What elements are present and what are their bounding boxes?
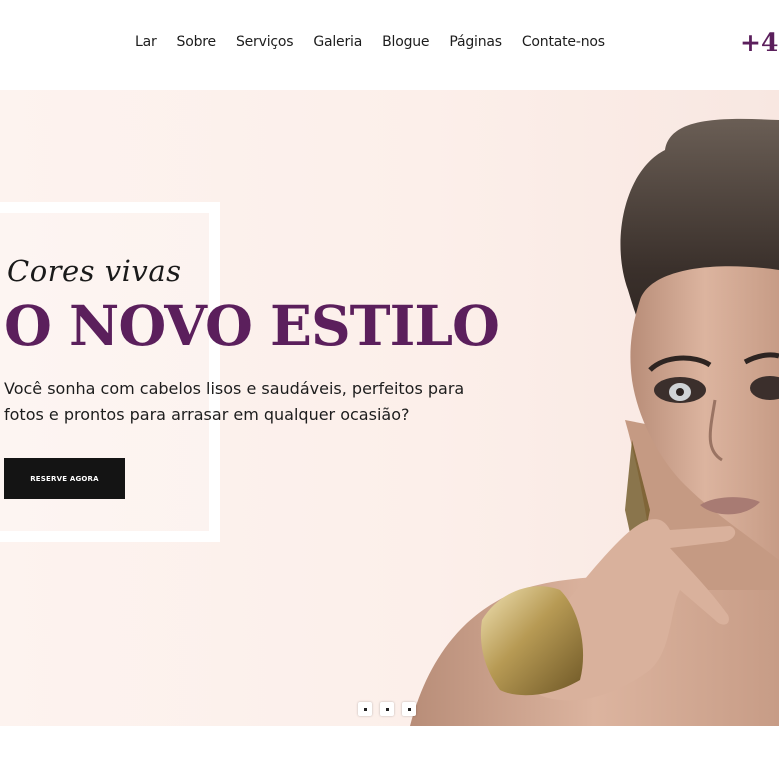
hero-slider: Cores vivas O NOVO ESTILO Você sonha com… bbox=[0, 90, 779, 726]
section-below-hero bbox=[0, 726, 779, 779]
main-nav: Lar Sobre Serviços Galeria Blogue Página… bbox=[135, 34, 605, 50]
slider-dot-2[interactable] bbox=[380, 702, 394, 716]
slider-dot-3[interactable] bbox=[402, 702, 416, 716]
slider-pagination bbox=[358, 702, 416, 716]
hero-tagline: Cores vivas bbox=[7, 254, 182, 288]
site-header: Lar Sobre Serviços Galeria Blogue Página… bbox=[0, 0, 779, 90]
nav-item-servicos[interactable]: Serviços bbox=[236, 34, 294, 50]
slider-dot-1[interactable] bbox=[358, 702, 372, 716]
nav-item-contate-nos[interactable]: Contate-nos bbox=[522, 34, 605, 50]
hero-description: Você sonha com cabelos lisos e saudáveis… bbox=[4, 379, 465, 424]
nav-item-paginas[interactable]: Páginas bbox=[449, 34, 502, 50]
phone-number[interactable]: +41 bbox=[740, 28, 779, 57]
nav-item-sobre[interactable]: Sobre bbox=[177, 34, 217, 50]
nav-item-blogue[interactable]: Blogue bbox=[382, 34, 429, 50]
nav-item-lar[interactable]: Lar bbox=[135, 34, 157, 50]
hero-headline: O NOVO ESTILO bbox=[4, 293, 500, 358]
reserve-now-button[interactable]: RESERVE AGORA bbox=[4, 458, 125, 499]
nav-item-galeria[interactable]: Galeria bbox=[313, 34, 362, 50]
